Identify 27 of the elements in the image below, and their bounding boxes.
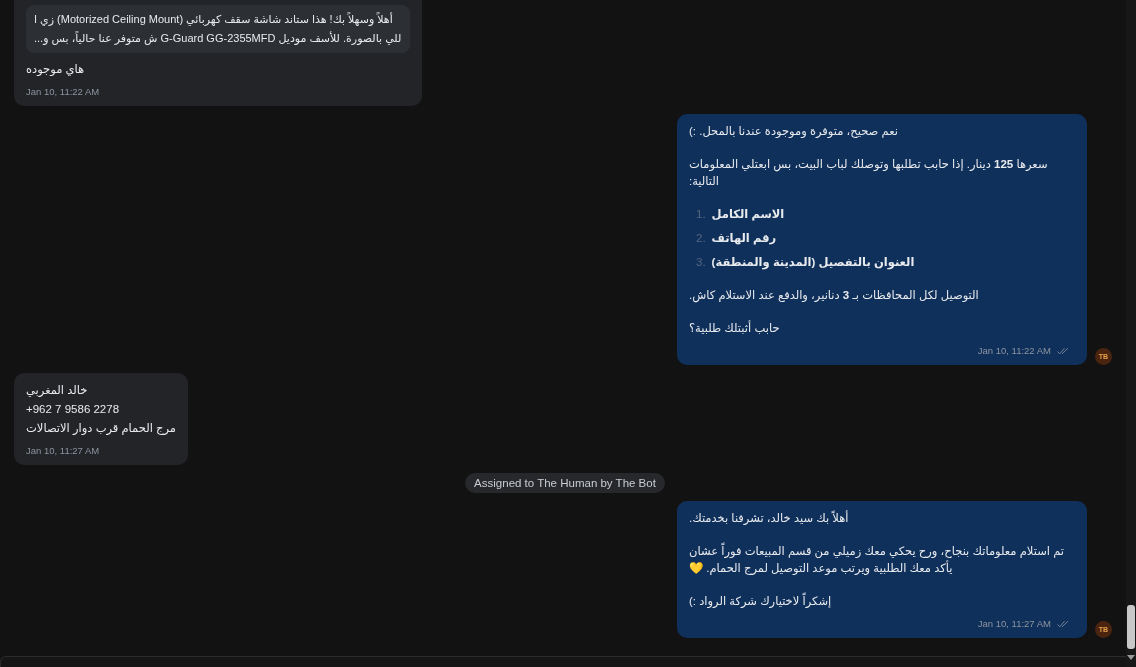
scrollbar-thumb[interactable] (1127, 605, 1135, 649)
message-text: هاي موجوده (26, 62, 86, 78)
list-number: 3. (696, 255, 706, 270)
list-number: 2. (696, 231, 706, 246)
double-check-icon (1057, 346, 1069, 355)
quoted-text: ...ش متوفر عنا حالياً، بس و G-Guard GG-2355MFD للي بالصورة. للأسف موديل (34, 30, 402, 47)
message-text: نعم صحيح، متوفرة وموجودة عندنا بالمحل. :) (689, 124, 899, 140)
message-time: Jan 10, 11:22 AM (977, 344, 1051, 358)
list-item-text: الاسم الكامل (711, 207, 785, 223)
scrollbar[interactable] (1126, 0, 1136, 667)
message-text: أهلاً بك سيد خالد، تشرفنا بخدمتك. (689, 510, 850, 527)
message-text: خالد المغربي (26, 383, 89, 399)
message-time: Jan 10, 11:27 AM (26, 444, 100, 458)
double-check-icon (1057, 619, 1069, 628)
message-text: حابب أثبتلك طلبية؟ (689, 320, 781, 336)
list-item-text: رقم الهاتف (711, 231, 777, 247)
message-text: إشكراً لاختيارك شركة الرواد :) (689, 593, 1075, 610)
list-item-text: العنوان بالتفصيل (المدينة والمنطقة) (711, 255, 915, 271)
message-time: Jan 10, 11:27 AM (977, 617, 1051, 631)
scroll-down-arrow-icon[interactable] (1127, 655, 1135, 661)
message-time: Jan 10, 11:22 AM (26, 85, 100, 99)
list-number: 1. (696, 207, 706, 222)
message-text: مرج الحمام قرب دوار الاتصالات (26, 421, 176, 437)
activity-message: Assigned to The Human by The Bot (465, 473, 665, 493)
message-text: تم استلام معلوماتك بنجاح، ورح يحكي معك زميلي من قسم المبيعات فوراً عشان يأكد معك الطلبية ويرتب موعد التوصيل لمرج الحمام. 💛 (689, 543, 1075, 577)
phone-number: +962 7 9586 2278 (26, 402, 121, 417)
quoted-text: زي ا (Motorized Ceiling Mount) أهلاً وسهلاً بك! هذا ستاند شاشة سقف كهربائي (34, 11, 394, 28)
